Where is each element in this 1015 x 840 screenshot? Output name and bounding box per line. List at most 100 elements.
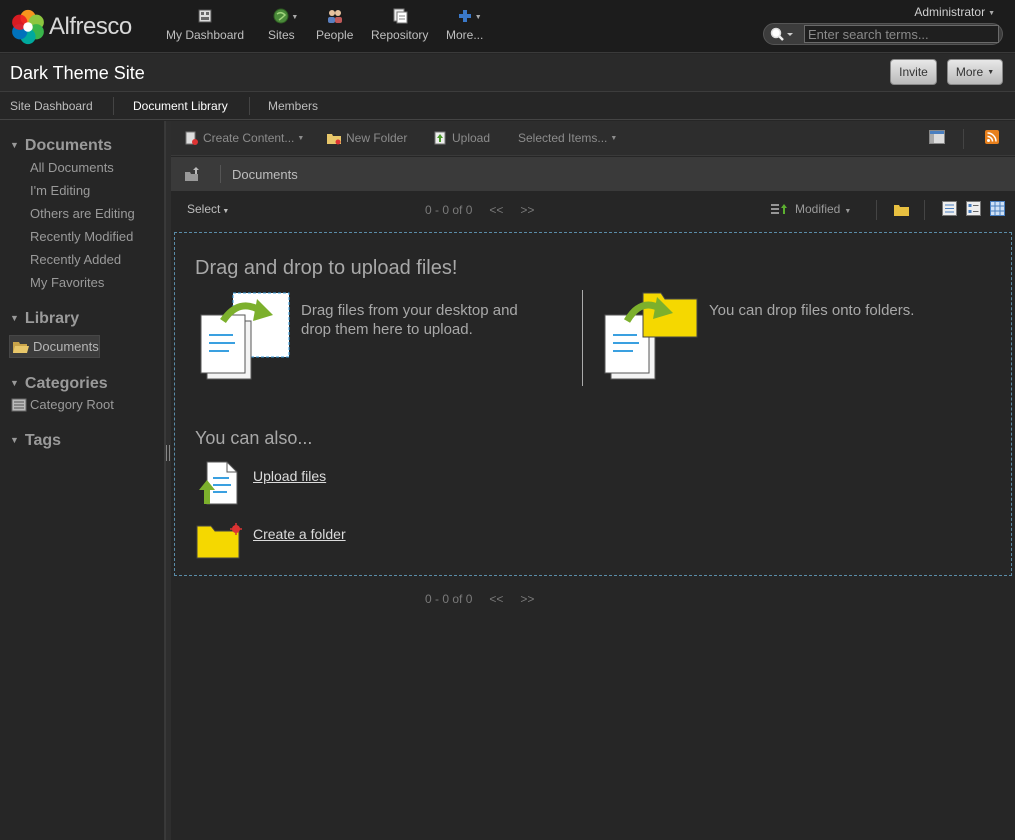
chevron-down-icon: ▼ xyxy=(291,14,299,21)
simple-view-icon xyxy=(942,201,957,216)
dropzone-title: Drag and drop to upload files! xyxy=(195,257,458,279)
upload-dropzone[interactable]: Drag and drop to upload files! Drag file… xyxy=(174,232,1012,576)
tags-heading[interactable]: ▼ Tags xyxy=(10,432,61,450)
sidebar-layout-icon xyxy=(929,130,945,144)
filter-recently-added[interactable]: Recently Added xyxy=(30,252,121,267)
chevron-down-icon: ▼ xyxy=(222,208,230,215)
toggle-sidebar-button[interactable] xyxy=(929,130,945,144)
sort-ascending-icon xyxy=(771,204,787,214)
filter-im-editing[interactable]: I'm Editing xyxy=(30,183,90,198)
create-folder-link[interactable]: Create a folder xyxy=(253,526,346,542)
divider xyxy=(924,200,925,220)
tab-document-library[interactable]: Document Library xyxy=(133,99,228,113)
nav-more[interactable]: ▼ More... xyxy=(446,8,483,42)
drag-desktop-text: Drag files from your desktop and drop th… xyxy=(301,302,518,338)
site-navigation: Site Dashboard Document Library Members xyxy=(0,93,1015,120)
documents-heading[interactable]: ▼ Documents xyxy=(10,137,112,155)
user-menu[interactable]: Administrator ▼ xyxy=(914,5,995,19)
collapse-triangle-icon: ▼ xyxy=(10,140,19,150)
breadcrumb-current[interactable]: Documents xyxy=(232,167,298,182)
categories-heading[interactable]: ▼ Categories xyxy=(10,375,108,393)
nav-label: My Dashboard xyxy=(166,28,245,42)
app-header: Alfresco My Dashboard ▼ Sites People Rep… xyxy=(0,0,1015,53)
new-folder-button[interactable]: New Folder xyxy=(327,131,407,145)
site-title-bar: Dark Theme Site Invite More ▼ xyxy=(0,54,1015,92)
alfresco-logo[interactable]: Alfresco xyxy=(9,7,141,47)
divider xyxy=(249,97,250,115)
selected-items-label: Selected Items... xyxy=(518,131,608,145)
search-options-button[interactable] xyxy=(770,26,796,42)
tree-item-label: Category Root xyxy=(30,397,114,412)
select-menu[interactable]: Select ▼ xyxy=(187,202,229,216)
upload-button[interactable]: Upload xyxy=(433,131,490,145)
filter-my-favorites[interactable]: My Favorites xyxy=(30,275,104,290)
collapse-triangle-icon: ▼ xyxy=(10,435,19,445)
heading-label: Library xyxy=(24,310,80,327)
create-content-label: Create Content... xyxy=(203,131,295,145)
chevron-down-icon: ▼ xyxy=(987,68,995,76)
chevron-down-icon: ▼ xyxy=(297,134,305,142)
nav-label: Sites xyxy=(268,28,295,42)
divider xyxy=(876,200,877,220)
gallery-view-button[interactable] xyxy=(990,201,1005,221)
globe-icon: ▼ xyxy=(273,8,298,24)
divider xyxy=(582,290,583,386)
upload-icon xyxy=(433,131,447,145)
heading-label: Tags xyxy=(24,432,62,449)
nav-sites[interactable]: ▼ Sites xyxy=(268,8,298,42)
create-content-button[interactable]: Create Content... ▼ xyxy=(184,131,304,145)
more-button[interactable]: More ▼ xyxy=(947,59,1003,85)
chevron-down-icon: ▼ xyxy=(844,208,852,215)
library-heading[interactable]: ▼ Library xyxy=(10,310,79,328)
repository-icon xyxy=(392,8,408,24)
filter-all-documents[interactable]: All Documents xyxy=(30,160,114,175)
pager-count: 0 - 0 of 0 xyxy=(425,592,473,606)
dashboard-icon xyxy=(197,8,213,24)
tree-item-documents[interactable]: Documents xyxy=(9,335,100,358)
search-input[interactable] xyxy=(804,25,999,43)
nav-label: More... xyxy=(446,28,484,42)
previous-page-link[interactable]: << xyxy=(489,592,503,606)
sidebar-resize-handle[interactable] xyxy=(165,121,171,840)
next-page-link[interactable]: >> xyxy=(520,203,534,217)
tab-site-dashboard[interactable]: Site Dashboard xyxy=(10,99,93,113)
filter-others-editing[interactable]: Others are Editing xyxy=(30,206,135,221)
drop-folders-text: You can drop files onto folders. xyxy=(709,302,915,319)
folder-up-button[interactable] xyxy=(185,167,201,186)
nav-label: People xyxy=(316,28,354,42)
previous-page-link[interactable]: << xyxy=(489,203,503,217)
select-label: Select xyxy=(187,202,221,216)
drop-onto-folder-icon xyxy=(604,292,698,380)
selected-items-menu[interactable]: Selected Items... ▼ xyxy=(518,131,617,145)
upload-file-icon xyxy=(199,461,238,505)
upload-files-link[interactable]: Upload files xyxy=(253,468,326,484)
alfresco-flower-icon xyxy=(12,9,44,45)
simple-view-button[interactable] xyxy=(942,201,957,221)
search-box xyxy=(763,23,1003,45)
heading-label: Documents xyxy=(24,137,113,154)
you-can-also-heading: You can also... xyxy=(195,428,313,448)
category-icon xyxy=(11,398,27,412)
folder-up-icon xyxy=(185,167,199,181)
rss-icon xyxy=(985,130,999,144)
show-folders-toggle[interactable] xyxy=(894,203,909,221)
new-folder-icon xyxy=(327,131,341,145)
sort-menu[interactable]: Modified ▼ xyxy=(771,202,851,216)
chevron-down-icon: ▼ xyxy=(474,14,482,21)
collapse-triangle-icon: ▼ xyxy=(10,313,19,323)
tree-item-category-root[interactable]: Category Root xyxy=(11,397,114,412)
open-folder-icon xyxy=(13,342,29,353)
divider xyxy=(963,129,964,149)
nav-repository[interactable]: Repository xyxy=(371,8,428,42)
rss-feed-button[interactable] xyxy=(985,130,999,144)
invite-button[interactable]: Invite xyxy=(890,59,937,85)
filter-recently-modified[interactable]: Recently Modified xyxy=(30,229,133,244)
next-page-link[interactable]: >> xyxy=(520,592,534,606)
search-icon xyxy=(770,27,793,41)
tab-members[interactable]: Members xyxy=(268,99,318,113)
nav-my-dashboard[interactable]: My Dashboard xyxy=(166,8,244,42)
detailed-view-button[interactable] xyxy=(966,201,981,221)
upload-label: Upload xyxy=(452,131,491,145)
divider xyxy=(113,97,114,115)
nav-people[interactable]: People xyxy=(316,8,353,42)
